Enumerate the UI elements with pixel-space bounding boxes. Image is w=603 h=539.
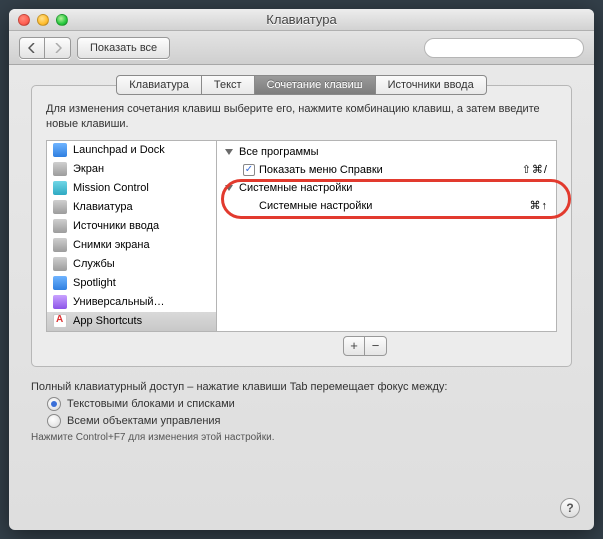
radio-all-controls[interactable]: Всеми объектами управления xyxy=(47,414,572,428)
window-title: Клавиатура xyxy=(9,12,594,27)
radio-text-boxes[interactable]: Текстовыми блоками и списками xyxy=(47,397,572,411)
shortcut-keys[interactable]: ⌘↑ xyxy=(530,199,549,212)
shortcut-row: Системные настройки ⌘↑ xyxy=(217,197,556,215)
radio-label: Всеми объектами управления xyxy=(67,415,221,427)
forward-button[interactable] xyxy=(45,37,71,59)
tab-keyboard[interactable]: Клавиатура xyxy=(116,75,202,95)
keyboard-icon xyxy=(53,200,67,214)
tab-text[interactable]: Текст xyxy=(202,75,255,95)
toolbar: Показать все xyxy=(9,31,594,65)
remove-button[interactable]: − xyxy=(365,336,387,356)
list-item: Снимки экрана xyxy=(47,236,216,255)
disclosure-triangle-icon[interactable] xyxy=(225,149,233,155)
shortcut-list[interactable]: Все программы Показать меню Справки ⇧⌘/ … xyxy=(216,140,557,332)
disclosure-triangle-icon[interactable] xyxy=(225,185,233,191)
category-list[interactable]: Launchpad и Dock Экран Mission Control К… xyxy=(46,140,216,332)
preferences-window: Клавиатура Показать все Клавиатура Текст… xyxy=(9,9,594,530)
panel: Для изменения сочетания клавиш выберите … xyxy=(31,85,572,367)
group-label: Все программы xyxy=(239,146,318,158)
mission-control-icon xyxy=(53,181,67,195)
shortcut-keys[interactable]: ⇧⌘/ xyxy=(522,163,548,176)
titlebar: Клавиатура xyxy=(9,9,594,31)
app-shortcuts-icon xyxy=(53,314,67,328)
shortcut-label: Показать меню Справки xyxy=(259,164,383,176)
footer-hint: Нажмите Control+F7 для изменения этой на… xyxy=(31,432,572,443)
help-button[interactable]: ? xyxy=(560,498,580,518)
screenshot-icon xyxy=(53,238,67,252)
list-item: Spotlight xyxy=(47,274,216,293)
list-item: Экран xyxy=(47,160,216,179)
list-row: Launchpad и Dock Экран Mission Control К… xyxy=(46,140,557,332)
list-item: Универсальный… xyxy=(47,293,216,312)
list-item: Клавиатура xyxy=(47,198,216,217)
radio-group: Текстовыми блоками и списками Всеми объе… xyxy=(47,397,572,428)
tab-shortcuts[interactable]: Сочетание клавиш xyxy=(255,75,376,95)
spotlight-icon xyxy=(53,276,67,290)
shortcut-label: Системные настройки xyxy=(259,200,372,212)
checkbox[interactable] xyxy=(243,164,255,176)
list-item: Источники ввода xyxy=(47,217,216,236)
display-icon xyxy=(53,162,67,176)
list-item-selected: App Shortcuts xyxy=(47,312,216,331)
search-input[interactable] xyxy=(435,42,577,54)
radio-label: Текстовыми блоками и списками xyxy=(67,398,235,410)
list-item: Службы xyxy=(47,255,216,274)
radio-icon xyxy=(47,397,61,411)
content: Клавиатура Текст Сочетание клавиш Источн… xyxy=(9,65,594,457)
description-text: Для изменения сочетания клавиш выберите … xyxy=(46,102,557,132)
list-item: Launchpad и Dock xyxy=(47,141,216,160)
accessibility-icon xyxy=(53,295,67,309)
add-button[interactable]: + xyxy=(343,336,365,356)
show-all-button[interactable]: Показать все xyxy=(77,37,170,59)
shortcut-group: Все программы xyxy=(217,143,556,161)
services-icon xyxy=(53,257,67,271)
search-field[interactable] xyxy=(424,38,584,58)
shortcut-group: Системные настройки xyxy=(217,179,556,197)
footer-heading: Полный клавиатурный доступ – нажатие кла… xyxy=(31,381,572,393)
radio-icon xyxy=(47,414,61,428)
list-item: Mission Control xyxy=(47,179,216,198)
shortcut-row: Показать меню Справки ⇧⌘/ xyxy=(217,161,556,179)
input-sources-icon xyxy=(53,219,67,233)
footer-section: Полный клавиатурный доступ – нажатие кла… xyxy=(31,381,572,443)
back-button[interactable] xyxy=(19,37,45,59)
nav-segment xyxy=(19,37,71,59)
launchpad-icon xyxy=(53,143,67,157)
tab-input-sources[interactable]: Источники ввода xyxy=(376,75,487,95)
group-label: Системные настройки xyxy=(239,182,352,194)
add-remove-bar: + − xyxy=(46,336,557,356)
